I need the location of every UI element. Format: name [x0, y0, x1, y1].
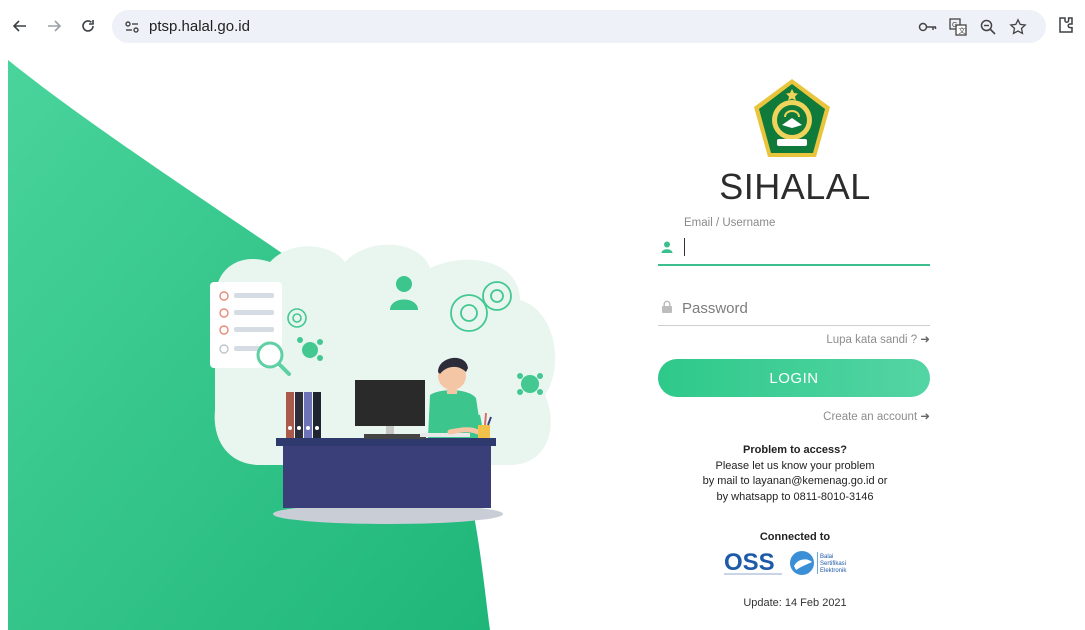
username-label: Email / Username [684, 217, 776, 229]
zoom-icon[interactable] [978, 17, 998, 37]
forgot-password-label: Lupa kata sandi ? [826, 334, 918, 346]
svg-text:Balai: Balai [820, 554, 833, 560]
password-key-icon[interactable] [918, 17, 938, 37]
password-input[interactable] [682, 294, 922, 322]
arrow-right-icon: ➜ [920, 411, 930, 423]
arrow-right-icon: ➜ [920, 334, 930, 346]
help-line: by whatsapp to 0811-8010-3146 [716, 490, 874, 503]
user-icon [660, 240, 674, 254]
create-account-link[interactable]: Create an account ➜ [780, 409, 930, 423]
lock-icon [660, 300, 674, 314]
help-line: by mail to layanan@kemenag.go.id or [702, 475, 888, 487]
bsre-logo: Balai Sertifikasi Elektronik [790, 551, 847, 575]
translate-icon[interactable]: G文 [948, 17, 968, 37]
forward-icon[interactable] [42, 14, 66, 38]
oss-logo: OSS [724, 549, 782, 576]
username-input[interactable] [682, 234, 922, 262]
extensions-icon[interactable] [1055, 14, 1079, 38]
url-text[interactable]: ptsp.halal.go.id [149, 18, 250, 35]
help-line: Please let us know your problem [715, 459, 875, 472]
create-account-label: Create an account [823, 411, 918, 423]
kemenag-emblem-icon [751, 77, 833, 160]
forgot-password-link[interactable]: Lupa kata sandi ? ➜ [790, 332, 930, 346]
svg-text:G: G [952, 22, 957, 29]
partner-logos: OSS Balai Sertifikasi Elektronik [724, 548, 864, 578]
browser-toolbar: ptsp.halal.go.id G文 [0, 0, 1085, 52]
login-button[interactable]: LOGIN [658, 359, 930, 397]
reload-icon[interactable] [76, 14, 100, 38]
username-field-container [658, 230, 930, 266]
address-bar[interactable]: ptsp.halal.go.id G文 [112, 10, 1046, 43]
desk [276, 438, 496, 446]
bookmark-star-icon[interactable] [1008, 17, 1028, 37]
back-icon[interactable] [8, 14, 32, 38]
svg-text:文: 文 [959, 26, 966, 35]
svg-text:Elektronik: Elektronik [820, 568, 847, 574]
app-title: SIHALAL [719, 166, 871, 207]
oss-logo-text: OSS [724, 549, 775, 576]
page: ptsp.halal.go.id G文 SIHALAL Email / User… [0, 0, 1085, 630]
svg-text:Sertifikasi: Sertifikasi [820, 561, 846, 567]
help-title: Problem to access? [743, 444, 847, 456]
password-field-container [658, 290, 930, 326]
text-cursor [684, 238, 685, 256]
update-date: Update: 14 Feb 2021 [743, 597, 847, 609]
connected-label: Connected to [759, 531, 831, 543]
help-section: Problem to access? Please let us know yo… [660, 443, 930, 505]
hero-illustration [8, 60, 556, 630]
site-settings-icon[interactable] [122, 17, 142, 37]
